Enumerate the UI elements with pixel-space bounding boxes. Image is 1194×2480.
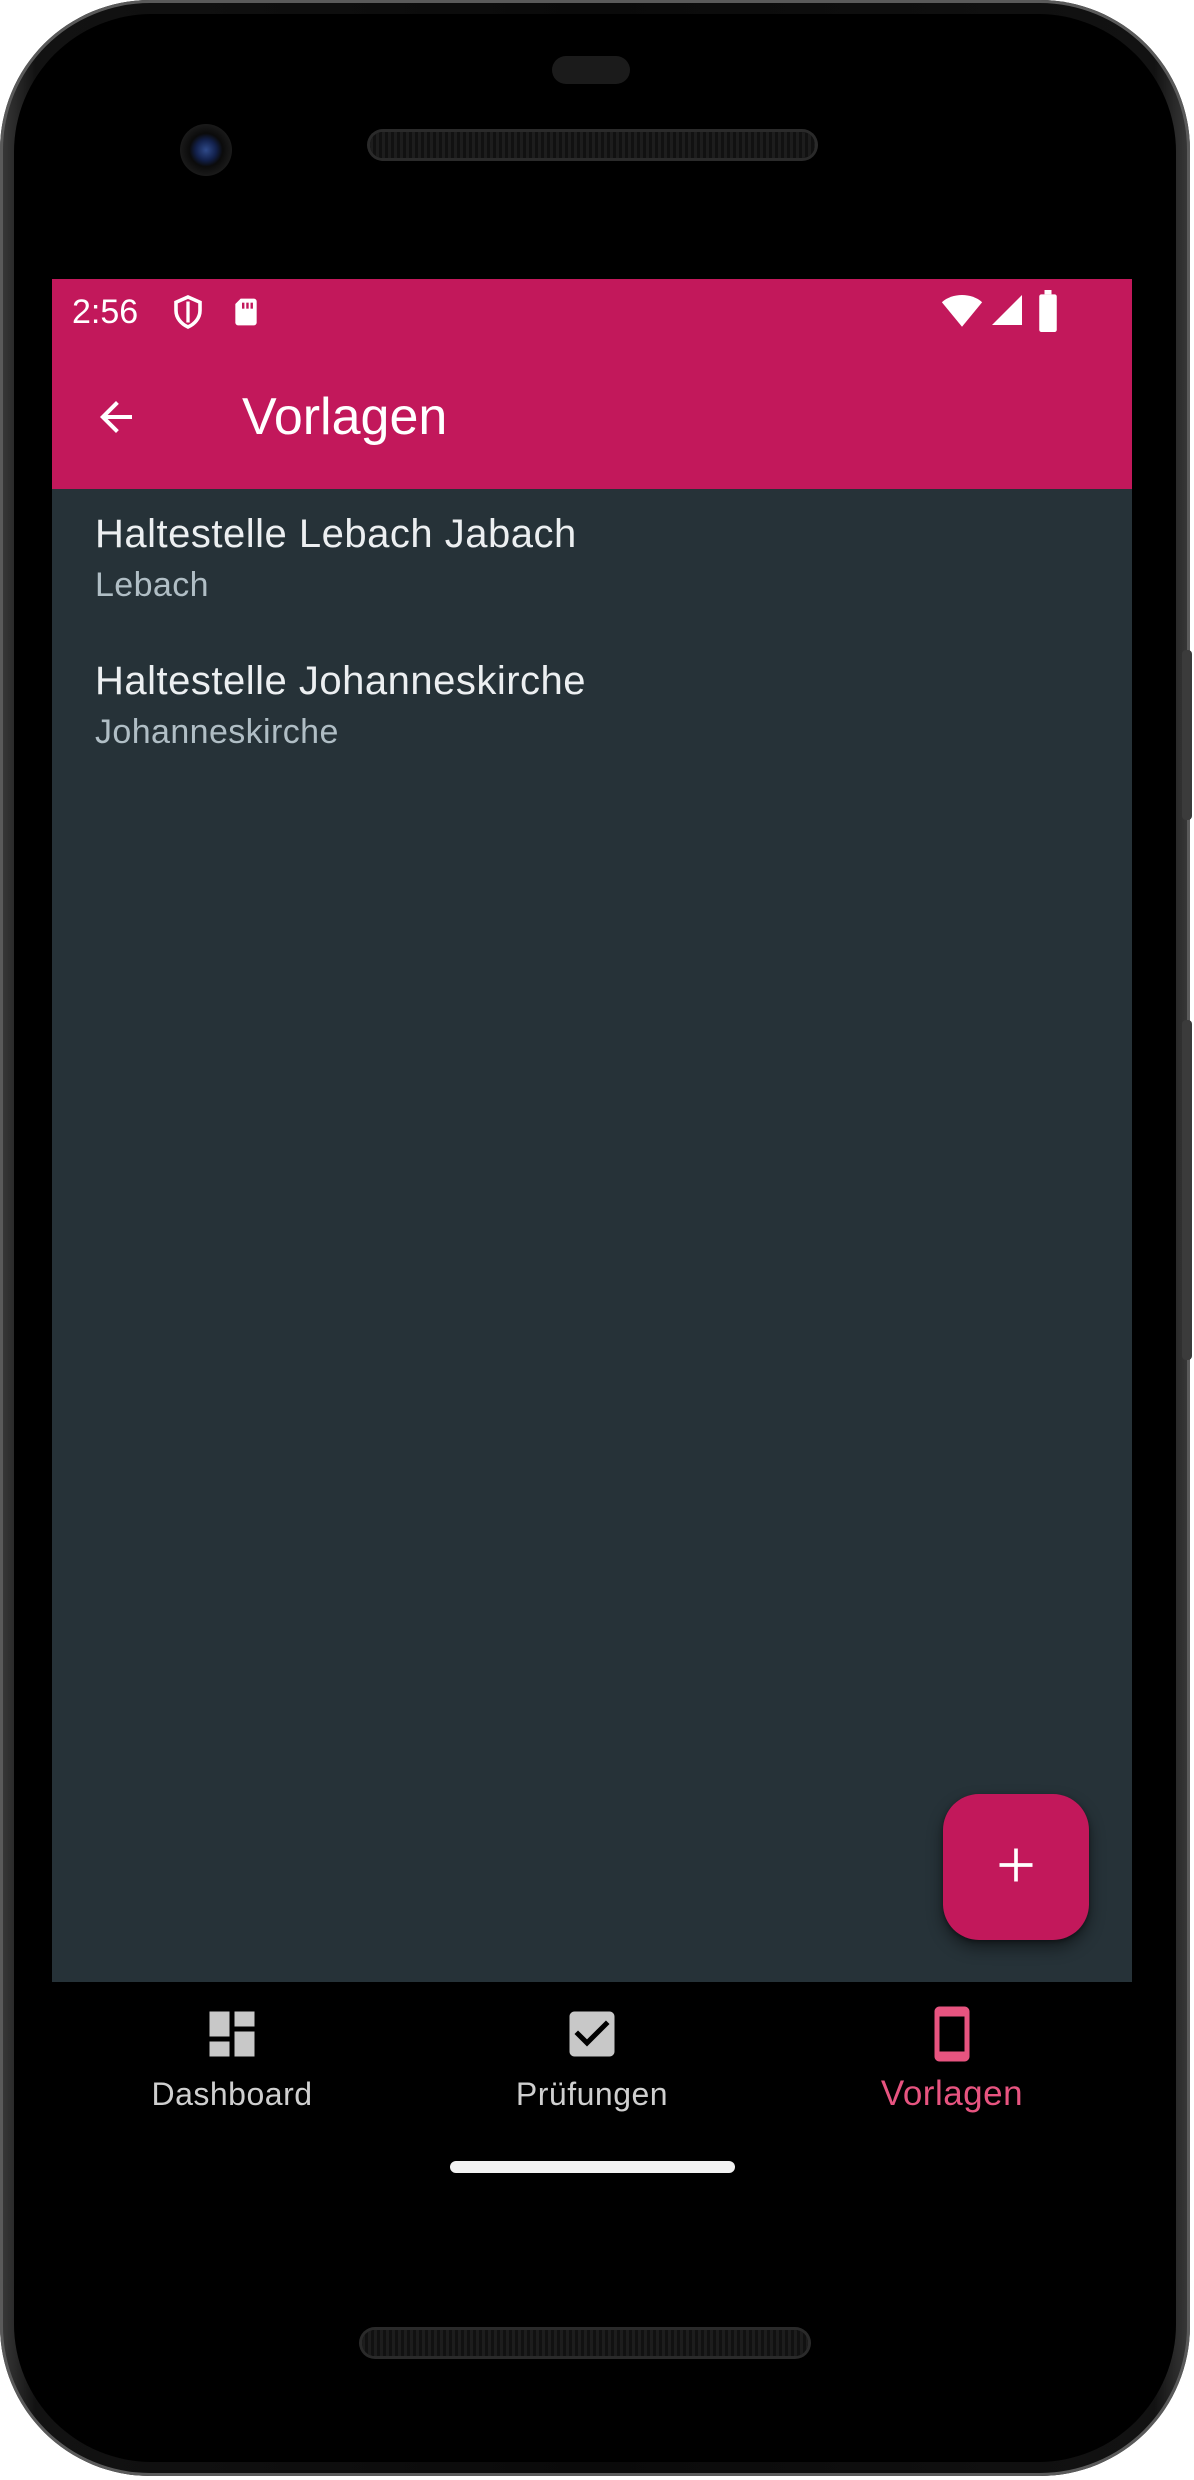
nav-item-vorlagen[interactable]: Vorlagen: [772, 1982, 1132, 2152]
top-speaker: [370, 132, 815, 158]
power-button: [1182, 650, 1192, 820]
cell-signal-icon: [989, 291, 1025, 334]
screen: 2:56 Vorlagen Haltestelle Lebach Jabach …: [52, 279, 1132, 1982]
home-indicator[interactable]: [450, 2161, 735, 2173]
list-item[interactable]: Haltestelle Johanneskirche Johanneskirch…: [52, 636, 1132, 783]
nav-item-pruefungen[interactable]: Prüfungen: [412, 1982, 772, 2152]
nav-label: Prüfungen: [515, 2076, 669, 2112]
plus-icon: [994, 1843, 1038, 1892]
shield-icon: [170, 292, 206, 337]
template-list: Haltestelle Lebach Jabach Lebach Haltest…: [52, 489, 1132, 1982]
list-item-title: Haltestelle Lebach Jabach: [95, 512, 577, 556]
back-button[interactable]: [72, 373, 160, 461]
wifi-icon: [941, 293, 983, 334]
checkbox-icon: [562, 2004, 622, 2064]
battery-icon: [1036, 290, 1060, 337]
nav-label: Vorlagen: [880, 2074, 1024, 2113]
front-sensor: [552, 56, 630, 84]
nav-item-dashboard[interactable]: Dashboard: [52, 1982, 412, 2152]
list-item-title: Haltestelle Johanneskirche: [95, 659, 587, 703]
dashboard-icon: [202, 2004, 262, 2064]
list-item[interactable]: Haltestelle Lebach Jabach Lebach: [52, 489, 1132, 636]
phone-icon: [922, 2004, 982, 2064]
list-item-subtitle: Johanneskirche: [95, 713, 339, 751]
status-time: 2:56: [72, 293, 139, 331]
page-title: Vorlagen: [242, 388, 448, 446]
sd-card-icon: [230, 292, 262, 337]
front-camera: [180, 124, 232, 176]
volume-button: [1182, 1020, 1192, 1360]
arrow-back-icon: [92, 393, 140, 446]
status-bar: 2:56: [52, 279, 1132, 345]
add-button[interactable]: [943, 1794, 1089, 1940]
list-item-subtitle: Lebach: [95, 566, 209, 604]
bottom-speaker: [362, 2330, 808, 2356]
app-bar: Vorlagen: [52, 345, 1132, 489]
bottom-navigation: Dashboard Prüfungen Vorlagen: [52, 1982, 1132, 2152]
nav-label: Dashboard: [151, 2076, 313, 2112]
